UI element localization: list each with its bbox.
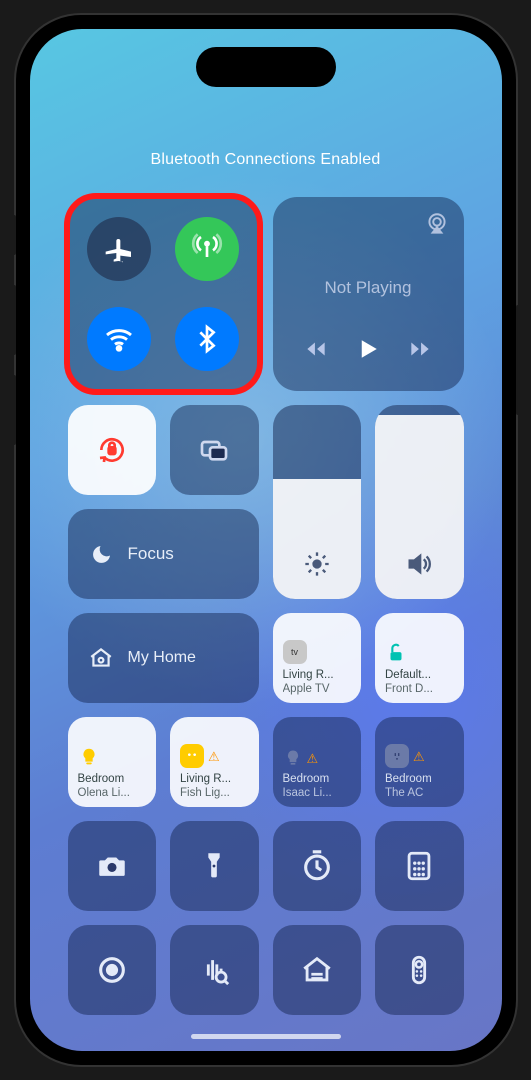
screen-record-button[interactable] <box>68 925 157 1015</box>
home-indicator[interactable] <box>191 1034 341 1039</box>
timer-button[interactable] <box>273 821 362 911</box>
status-banner: Bluetooth Connections Enabled <box>30 151 502 169</box>
remote-button[interactable] <box>375 925 464 1015</box>
camera-icon <box>95 849 129 883</box>
tutorial-highlight <box>64 193 263 395</box>
shazam-button[interactable] <box>170 925 259 1015</box>
device-light-isaac[interactable]: ⚠ Bedroom Isaac Li... <box>273 717 362 807</box>
focus-label: Focus <box>128 544 174 564</box>
wifi-icon <box>103 323 135 355</box>
unlock-icon <box>385 642 407 664</box>
device-outlet-ac[interactable]: ⚠ Bedroom The AC <box>375 717 464 807</box>
rotation-lock-icon <box>96 434 128 466</box>
moon-icon <box>90 542 114 566</box>
calculator-button[interactable] <box>375 821 464 911</box>
phone-frame: Bluetooth Connections Enabled <box>16 15 516 1065</box>
speaker-icon <box>405 550 433 583</box>
remote-icon <box>402 953 436 987</box>
wifi-toggle[interactable] <box>87 307 151 371</box>
device-line2: Olena Li... <box>78 787 147 801</box>
calculator-icon <box>402 849 436 883</box>
media-previous[interactable] <box>303 336 329 367</box>
device-line2: The AC <box>385 787 454 801</box>
timer-icon <box>300 849 334 883</box>
media-play[interactable] <box>353 334 383 369</box>
cellular-toggle[interactable] <box>175 217 239 281</box>
house-icon <box>300 953 334 987</box>
device-line2: Isaac Li... <box>283 787 352 801</box>
focus-toggle[interactable]: Focus <box>68 509 259 599</box>
home-app-button[interactable] <box>273 925 362 1015</box>
control-center: Bluetooth Connections Enabled <box>30 29 502 1051</box>
device-line1: Bedroom <box>283 773 352 787</box>
homekit-home-button[interactable]: My Home <box>68 613 259 703</box>
flashlight-button[interactable] <box>170 821 259 911</box>
volume-slider[interactable] <box>375 405 464 599</box>
device-line1: Bedroom <box>78 773 147 787</box>
connectivity-module[interactable] <box>68 197 259 391</box>
volume-up-button <box>12 285 16 355</box>
device-light-fish[interactable]: ⚠ Living R... Fish Lig... <box>170 717 259 807</box>
device-line1: Bedroom <box>385 773 454 787</box>
airplane-icon <box>103 233 135 265</box>
device-line2: Front D... <box>385 683 454 697</box>
device-line1: Living R... <box>283 669 352 683</box>
bulb-icon <box>180 744 204 768</box>
house-icon <box>88 645 114 671</box>
media-title: Not Playing <box>287 278 450 298</box>
device-line1: Living R... <box>180 773 249 787</box>
record-icon <box>95 953 129 987</box>
bulb-icon <box>283 748 303 768</box>
bluetooth-icon <box>191 323 223 355</box>
ringer-switch <box>12 215 16 255</box>
sound-search-icon <box>197 953 231 987</box>
dynamic-island <box>196 47 336 87</box>
warn-icon: ⚠ <box>413 749 425 765</box>
flashlight-icon <box>197 849 231 883</box>
airplay-icon[interactable] <box>424 211 450 237</box>
camera-button[interactable] <box>68 821 157 911</box>
device-line2: Apple TV <box>283 683 352 697</box>
appletv-icon: tv <box>283 640 307 664</box>
bluetooth-toggle[interactable] <box>175 307 239 371</box>
mirror-icon <box>198 434 230 466</box>
antenna-icon <box>191 233 223 265</box>
volume-down-button <box>12 375 16 445</box>
device-line1: Default... <box>385 669 454 683</box>
home-label: My Home <box>128 649 196 667</box>
sun-icon <box>303 550 331 583</box>
bulb-icon <box>78 746 100 768</box>
device-lock-front[interactable]: Default... Front D... <box>375 613 464 703</box>
warn-icon: ⚠ <box>208 749 220 765</box>
screen-mirroring-button[interactable] <box>170 405 259 495</box>
media-module[interactable]: Not Playing <box>273 197 464 391</box>
warn-icon: ⚠ <box>307 751 319 767</box>
outlet-icon <box>385 744 409 768</box>
airplane-toggle[interactable] <box>87 217 151 281</box>
device-tv-living[interactable]: tv Living R... Apple TV <box>273 613 362 703</box>
device-light-olena[interactable]: Bedroom Olena Li... <box>68 717 157 807</box>
rotation-lock-toggle[interactable] <box>68 405 157 495</box>
brightness-slider[interactable] <box>273 405 362 599</box>
device-line2: Fish Lig... <box>180 787 249 801</box>
side-power-button <box>516 305 520 415</box>
media-next[interactable] <box>407 336 433 367</box>
